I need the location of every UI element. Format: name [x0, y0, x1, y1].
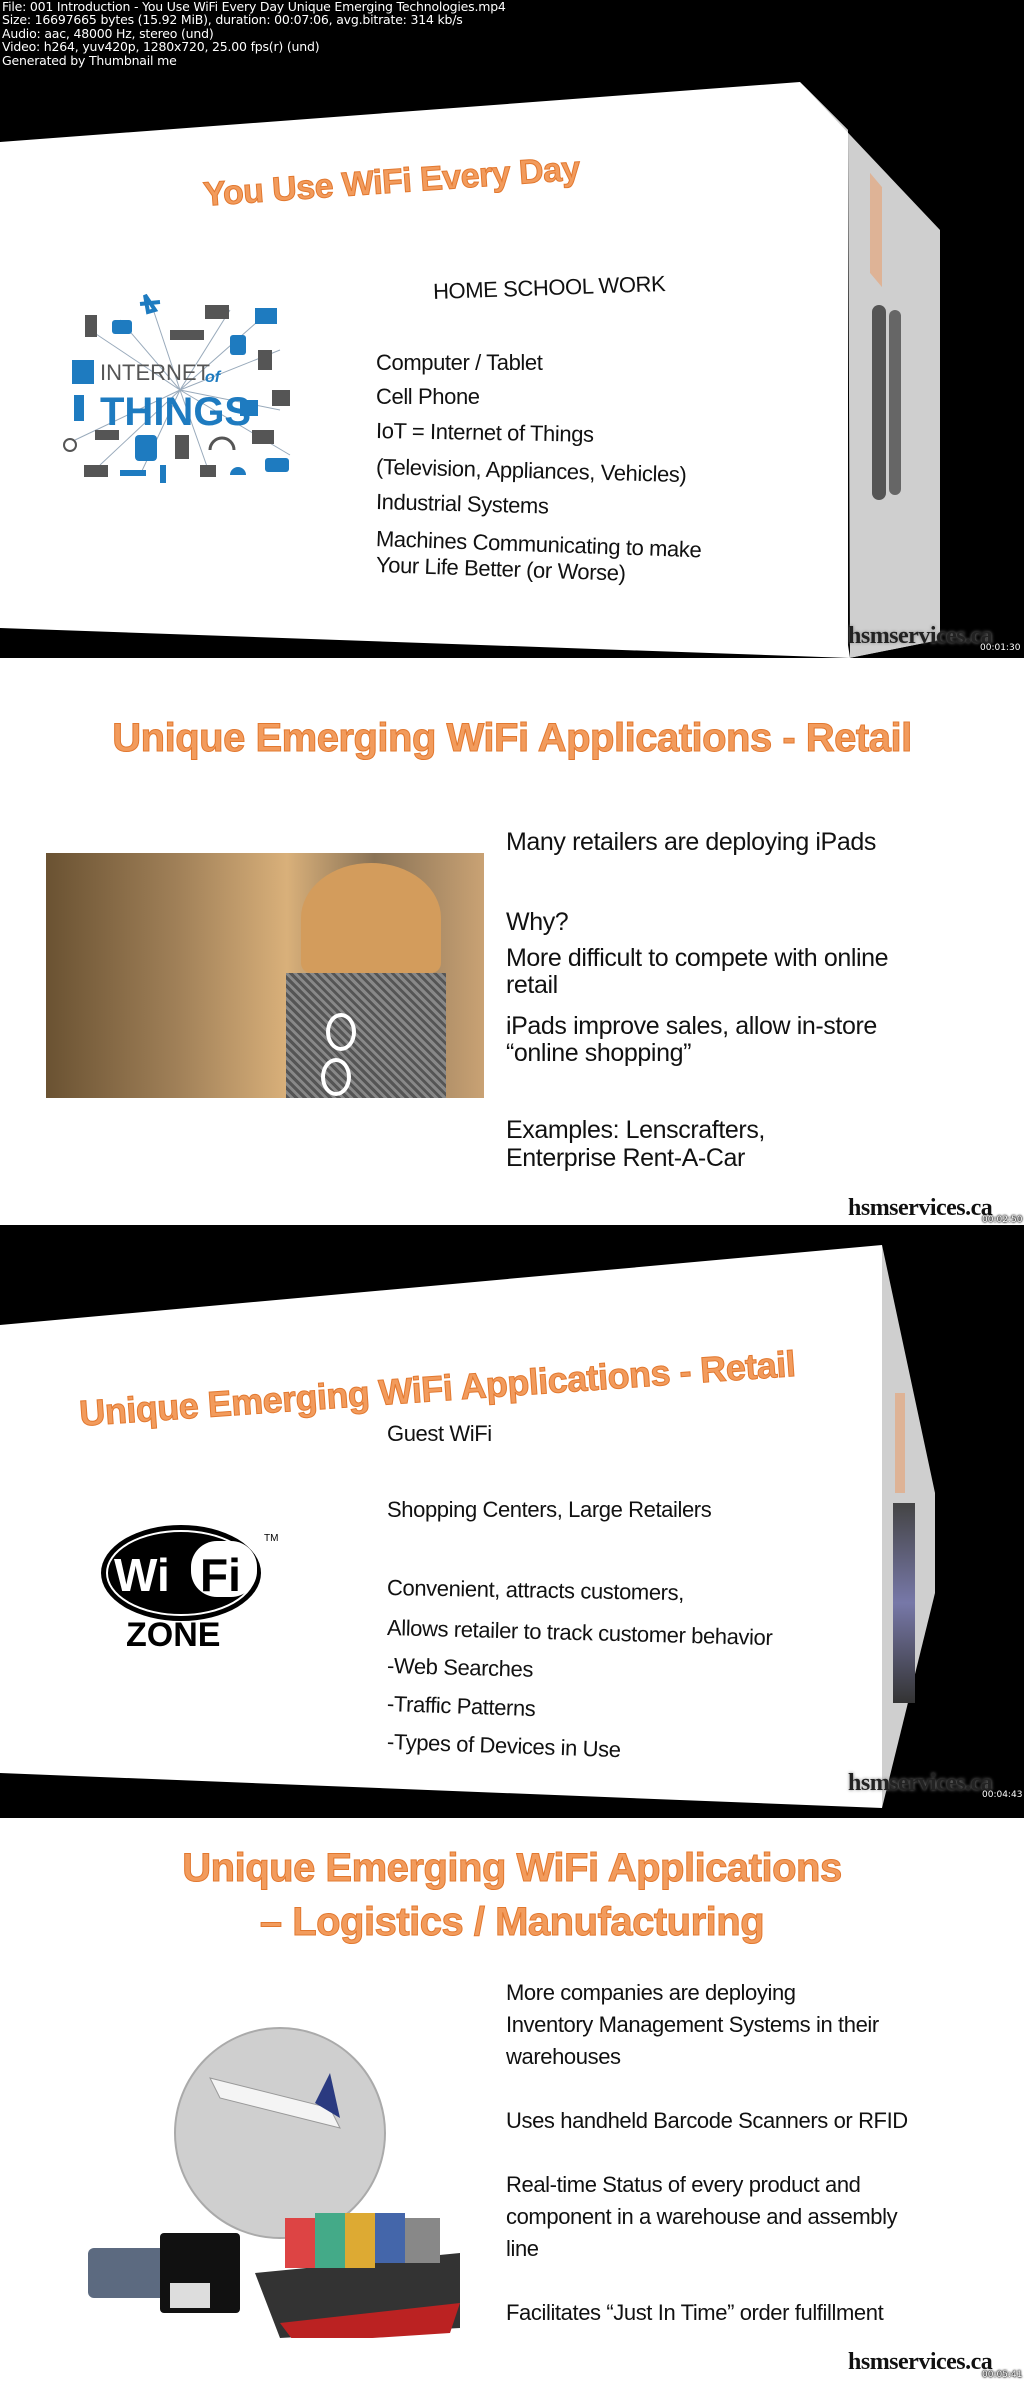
- bullet: Convenient, attracts customers,: [386, 1575, 685, 1606]
- side-phone-image-2: [889, 310, 901, 495]
- house-icon: [240, 400, 258, 416]
- shower-icon: [230, 467, 246, 475]
- wifi-logo-icon: Wi Fi TM ZONE: [101, 1525, 278, 1654]
- bullet: Industrial Systems: [375, 489, 549, 519]
- router-icon: [170, 330, 204, 340]
- watermark: hsmservices.ca: [848, 2349, 993, 2375]
- bullet: Uses handheld Barcode Scanners or RFID: [506, 2108, 908, 2133]
- hat-shape: [301, 863, 441, 973]
- wifi-zone-logo: Wi Fi TM ZONE: [96, 1511, 296, 1654]
- logistics-icon: [88, 2027, 460, 2343]
- bin-icon: [258, 350, 272, 370]
- iot-of-text: of: [205, 369, 222, 386]
- extinguisher-icon: [160, 465, 166, 483]
- side-slide-image: [893, 1503, 915, 1703]
- bullet: Inventory Management Systems in their: [506, 2012, 879, 2037]
- wifi-logo-zone: ZONE: [126, 1616, 220, 1651]
- plane-icon: [139, 293, 161, 315]
- iot-icons: INTERNET of THINGS: [63, 293, 291, 483]
- timestamp: 00:02:50: [982, 1215, 1023, 1225]
- bullet: warehouses: [506, 2044, 621, 2069]
- bullet: iPads improve sales, allow in-store: [506, 1012, 877, 1040]
- ship-icon: [84, 465, 108, 477]
- bullet: -Web Searches: [386, 1653, 534, 1682]
- side-phone-image: [872, 305, 886, 500]
- train-icon: [230, 335, 246, 355]
- radio-icon: [252, 430, 274, 444]
- file-size: Size: 16697665 bytes (15.92 MiB), durati…: [2, 12, 463, 28]
- watermark: hsmservices.ca: [848, 1770, 993, 1796]
- bullet: Enterprise Rent-A-Car: [506, 1144, 745, 1172]
- wifi-logo-wi: Wi: [114, 1549, 170, 1601]
- iot-things-text: THINGS: [100, 390, 251, 434]
- bullet: line: [506, 2236, 539, 2261]
- side-slide-title: [895, 1393, 905, 1493]
- phone-icon: [85, 315, 97, 337]
- building-icon: [72, 360, 94, 384]
- bullet: Why?: [506, 908, 569, 936]
- remote-icon: [74, 395, 84, 421]
- car-icon: [112, 320, 132, 334]
- frame-border: [0, 1808, 1024, 1818]
- bullet: “online shopping”: [506, 1039, 691, 1067]
- wifi-logo-fi: Fi: [200, 1549, 241, 1601]
- caravan-icon: [265, 458, 289, 472]
- slide-title: Unique Emerging WiFi Applications - Reta…: [112, 716, 913, 761]
- camera-icon: [272, 390, 290, 406]
- timestamp: 00:04:43: [982, 1790, 1023, 1800]
- bus-icon: [135, 435, 157, 461]
- bullet: Guest WiFi: [387, 1421, 492, 1446]
- modem-icon: [95, 430, 119, 440]
- bullet: IoT = Internet of Things: [375, 418, 594, 447]
- logistics-globe-transport-graphic: [30, 1998, 500, 2343]
- retail-mannequin-photo: [46, 853, 484, 1098]
- watermark: hsmservices.ca: [848, 623, 993, 649]
- side-slide-title: [870, 172, 882, 288]
- file-info-header: File: 001 Introduction - You Use WiFi Ev…: [0, 0, 1024, 80]
- bullet: component in a warehouse and assembly: [506, 2204, 898, 2229]
- iot-internet-text: INTERNET: [100, 360, 210, 385]
- bed-icon: [120, 470, 146, 476]
- bullet: Computer / Tablet: [376, 350, 543, 375]
- bullet: Facilitates “Just In Time” order fulfill…: [506, 2300, 884, 2325]
- timestamp: 00:05:41: [982, 2370, 1023, 2380]
- audio-info: Audio: aac, 48000 Hz, stereo (und): [2, 25, 214, 41]
- wifi-logo-tm: TM: [264, 1533, 278, 1544]
- printer-icon: [205, 305, 229, 319]
- bullet: Cell Phone: [376, 384, 480, 409]
- wall-icon: [200, 465, 216, 477]
- internet-of-things-graphic: INTERNET of THINGS: [60, 290, 300, 490]
- headphones-icon: [208, 436, 236, 451]
- thumbnail-frame-4[interactable]: Unique Emerging WiFi Applications – Logi…: [0, 1808, 1024, 2387]
- thumbnail-frame-3[interactable]: Unique Emerging WiFi Applications - Reta…: [0, 1233, 1024, 1808]
- bullet: Examples: Lenscrafters,: [506, 1116, 765, 1144]
- bullet: Many retailers are deploying iPads: [506, 828, 876, 856]
- slide-title-line-2: – Logistics / Manufacturing: [259, 1900, 765, 1945]
- frame-border: [0, 1225, 1024, 1233]
- bullet: -Traffic Patterns: [386, 1691, 536, 1722]
- generator-info: Generated by Thumbnail me: [2, 52, 177, 68]
- watermark: hsmservices.ca: [848, 1195, 993, 1221]
- thumbnail-frame-2[interactable]: Unique Emerging WiFi Applications - Reta…: [0, 658, 1024, 1233]
- bullet: Shopping Centers, Large Retailers: [387, 1497, 712, 1522]
- timestamp: 00:01:30: [980, 643, 1021, 653]
- bulb-icon: [63, 438, 77, 452]
- bullet: retail: [506, 971, 558, 999]
- sunglasses-shape: [326, 1013, 356, 1051]
- bullet: More companies are deploying: [506, 1980, 796, 2005]
- slide-title-line-1: Unique Emerging WiFi Applications: [182, 1846, 843, 1891]
- speaker-icon: [175, 435, 189, 459]
- video-info: Video: h264, yuv420p, 1280x720, 25.00 fp…: [2, 39, 320, 55]
- thumbnail-frame-1[interactable]: You Use WiFi Every Day HOME SCHOOL WORK …: [0, 80, 1024, 658]
- forklift-icon: [255, 308, 277, 324]
- bullet: Real-time Status of every product and: [506, 2172, 861, 2197]
- vest-shape: [286, 973, 446, 1098]
- file-name: File: 001 Introduction - You Use WiFi Ev…: [2, 0, 506, 14]
- bullet: More difficult to compete with online: [506, 944, 889, 972]
